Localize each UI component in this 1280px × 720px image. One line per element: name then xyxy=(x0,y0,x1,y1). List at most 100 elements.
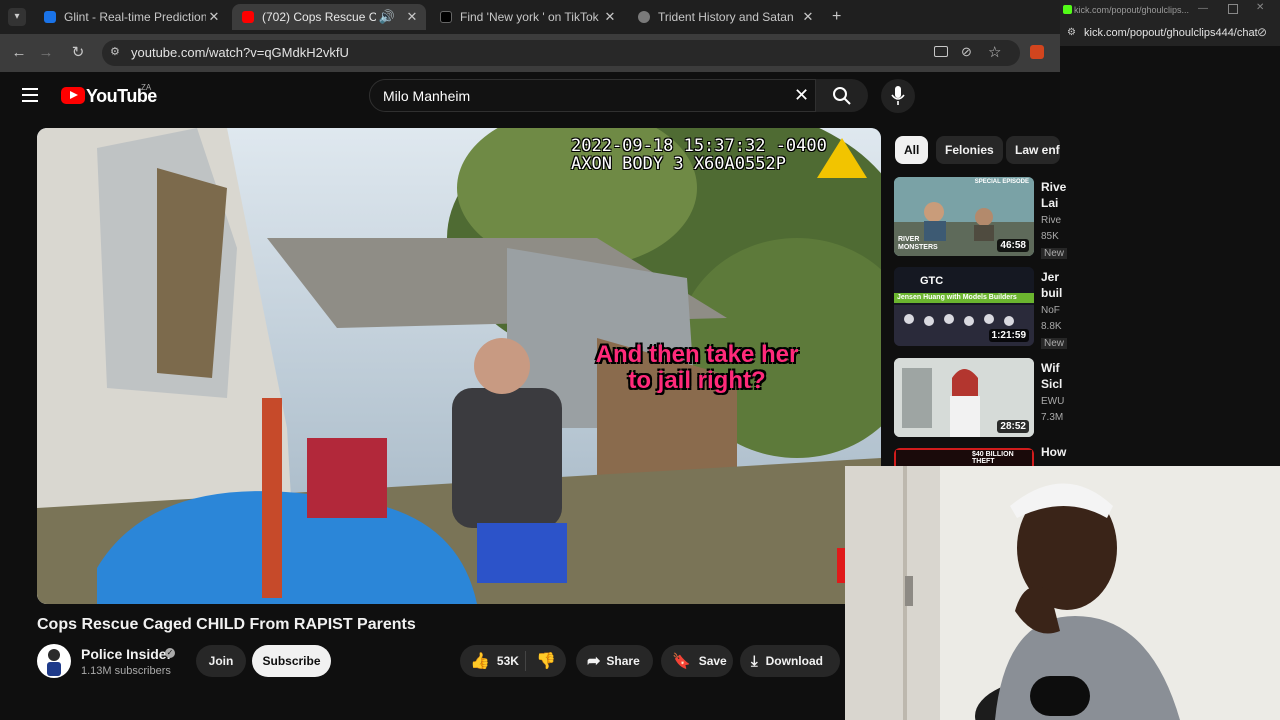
recommendation-thumbnail[interactable]: SPECIAL EPISODE RIVER MONSTERS 46:58 xyxy=(894,177,1034,256)
video-player[interactable]: 2022-09-18 15:37:32 -0400 AXON BODY 3 X6… xyxy=(37,128,881,604)
filter-chip-law-enforcement[interactable]: Law enf xyxy=(1006,136,1060,164)
bodycam-timestamp: 2022-09-18 15:37:32 -0400 xyxy=(571,136,827,156)
download-icon: ⤓ xyxy=(751,652,758,670)
tab-search-dropdown-icon[interactable]: ▾ xyxy=(8,8,26,26)
share-label: Share xyxy=(606,654,640,668)
install-app-icon[interactable] xyxy=(934,46,948,57)
tab-title: Trident History and Satan xyxy=(658,10,794,24)
eye-off-icon[interactable]: ⊘ xyxy=(1257,25,1267,39)
video-duration: 28:52 xyxy=(997,420,1029,433)
recommendation-title[interactable]: buil xyxy=(1041,285,1062,301)
police-figure-icon xyxy=(47,649,61,676)
youtube-logo-icon[interactable] xyxy=(61,87,85,104)
recommendation-title[interactable]: Sicl xyxy=(1041,376,1062,392)
thumbs-down-icon: 👎 xyxy=(536,653,556,670)
forward-icon[interactable]: → xyxy=(37,44,55,62)
recommendation-thumbnail[interactable]: GTC Jensen Huang with Models Builders 1:… xyxy=(894,267,1034,346)
kick-favicon-icon xyxy=(1063,5,1072,14)
clear-search-icon[interactable]: ✕ xyxy=(794,85,809,106)
microphone-icon xyxy=(891,86,905,105)
filter-chip-all[interactable]: All xyxy=(895,136,929,164)
dislike-button[interactable]: 👎 xyxy=(526,651,566,671)
popup-title: kick.com/popout/ghoulclips... xyxy=(1074,5,1190,15)
maximize-icon[interactable] xyxy=(1228,4,1238,14)
caption-line: And then take her xyxy=(595,341,799,368)
speaker-icon[interactable]: 🔊 xyxy=(376,9,398,25)
browser-tab-glint[interactable]: Glint - Real-time Prediction Ma ✕ xyxy=(34,4,228,30)
chatgpt-favicon-icon xyxy=(638,11,650,23)
join-label: Join xyxy=(208,654,234,668)
popup-chat-area xyxy=(1060,46,1280,466)
minimize-icon[interactable]: — xyxy=(1198,3,1208,14)
channel-avatar[interactable] xyxy=(37,644,71,678)
recommendation-title[interactable]: Rive xyxy=(1041,179,1066,195)
close-tab-icon[interactable]: ✕ xyxy=(602,9,618,25)
search-icon xyxy=(833,87,851,105)
video-duration: 46:58 xyxy=(997,239,1029,252)
popup-url: kick.com/popout/ghoulclips444/chat xyxy=(1084,27,1258,39)
search-button[interactable] xyxy=(816,79,868,112)
share-button[interactable]: ➦ Share xyxy=(576,645,653,677)
recommendation-thumbnail[interactable]: $40 BILLION THEFT xyxy=(894,448,1034,466)
verified-icon: ✓ xyxy=(165,648,175,658)
recommendation-views: 85K xyxy=(1041,231,1059,242)
close-window-icon[interactable]: ✕ xyxy=(1256,2,1264,13)
tab-title: (702) Cops Rescue Caged C xyxy=(262,10,376,24)
thumbnail-text: SPECIAL EPISODE xyxy=(974,179,1029,185)
subscriber-count: 1.13M subscribers xyxy=(81,665,171,677)
recommendation-thumbnail[interactable]: 28:52 xyxy=(894,358,1034,437)
thumbnail-text: $40 BILLION THEFT xyxy=(972,451,1014,465)
back-icon[interactable]: ← xyxy=(10,44,28,62)
tab-title: Glint - Real-time Prediction Ma xyxy=(64,10,206,24)
channel-name[interactable]: Police Insider xyxy=(81,646,172,662)
extension-icon[interactable] xyxy=(1030,45,1044,59)
browser-tab-tiktok[interactable]: Find 'New york ' on TikTok | Tik ✕ xyxy=(430,4,624,30)
recommendation-title[interactable]: Jer xyxy=(1041,269,1059,285)
url-text[interactable]: youtube.com/watch?v=qGMdkH2vkfU xyxy=(131,45,349,60)
voice-search-button[interactable] xyxy=(881,79,915,113)
recommendation-views: 7.3M xyxy=(1041,412,1064,423)
reload-icon[interactable]: ↻ xyxy=(69,44,87,62)
chip-label: Law enf xyxy=(1015,143,1060,157)
webcam-overlay xyxy=(845,466,1280,720)
thumbs-up-icon: 👍 xyxy=(470,653,490,670)
menu-icon[interactable] xyxy=(22,88,38,102)
share-arrow-icon: ➦ xyxy=(587,653,601,670)
recommendation-title[interactable]: How xyxy=(1041,444,1066,460)
webcam-feed xyxy=(845,466,1280,720)
save-button[interactable]: 🔖 Save xyxy=(661,645,733,677)
subscribe-button[interactable]: Subscribe xyxy=(252,645,331,677)
bookmark-star-icon[interactable]: ☆ xyxy=(988,43,1001,61)
close-tab-icon[interactable]: ✕ xyxy=(404,9,420,25)
chip-label: Felonies xyxy=(945,143,994,157)
thumbnail-text: GTC xyxy=(920,275,944,287)
join-button[interactable]: Join xyxy=(196,645,246,677)
recommendation-channel[interactable]: Rive xyxy=(1041,215,1061,226)
new-badge: New xyxy=(1041,248,1068,259)
video-duration: 1:21:59 xyxy=(988,329,1029,342)
site-info-icon[interactable]: ⚙ xyxy=(110,46,122,58)
recommendation-views: 8.8K xyxy=(1041,321,1062,332)
recommendation-channel[interactable]: NoF xyxy=(1041,305,1060,316)
chip-label: All xyxy=(904,143,920,157)
close-tab-icon[interactable]: ✕ xyxy=(206,9,222,25)
filter-chip-felonies[interactable]: Felonies xyxy=(936,136,1003,164)
browser-tab-trident[interactable]: Trident History and Satan ✕ xyxy=(628,4,822,30)
download-label: Download xyxy=(765,654,823,668)
close-tab-icon[interactable]: ✕ xyxy=(800,9,816,25)
browser-tab-youtube[interactable]: (702) Cops Rescue Caged C 🔊 ✕ xyxy=(232,4,426,30)
like-button[interactable]: 👍 53K xyxy=(460,651,526,671)
site-info-icon[interactable]: ⚙ xyxy=(1067,27,1076,38)
search-input-value[interactable]: Milo Manheim xyxy=(383,88,470,104)
like-dislike-group: 👍 53K 👎 xyxy=(460,645,566,677)
recommendation-title[interactable]: Wif xyxy=(1041,360,1060,376)
thumbnail-text: RIVER MONSTERS xyxy=(898,236,938,251)
download-button[interactable]: ⤓ Download xyxy=(740,645,840,677)
eye-off-icon[interactable]: ⊘ xyxy=(961,44,972,60)
glint-favicon-icon xyxy=(44,11,56,23)
new-tab-icon[interactable]: + xyxy=(832,8,841,26)
recommendation-title[interactable]: Lai xyxy=(1041,195,1058,211)
recommendation-channel[interactable]: EWU xyxy=(1041,396,1064,407)
thumbnail-text: Jensen Huang with Models Builders xyxy=(897,294,1017,301)
like-count: 53K xyxy=(496,654,519,668)
